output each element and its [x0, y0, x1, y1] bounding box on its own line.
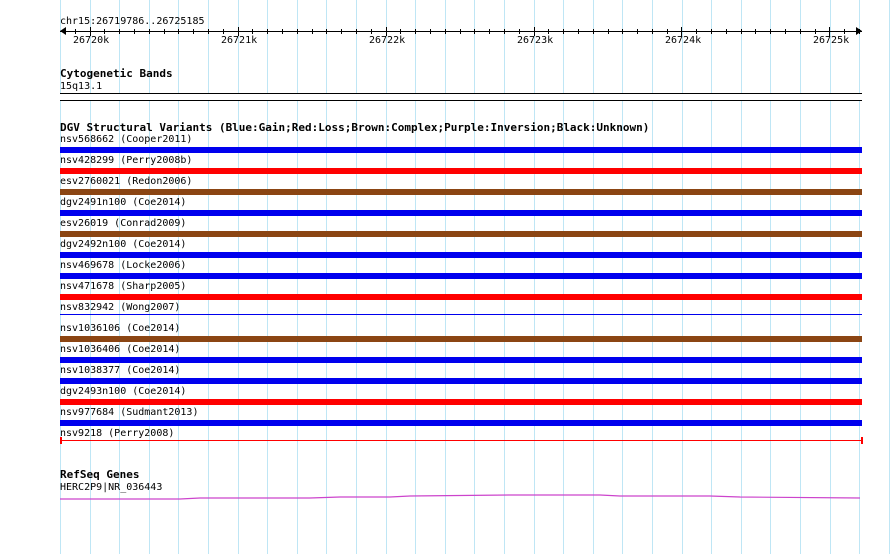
tick-label-26725k: 26725k — [813, 35, 850, 46]
ruler-minor-tick — [637, 29, 638, 34]
ruler-minor-tick — [608, 29, 609, 34]
dgv-track-title: DGV Structural Variants (Blue:Gain;Red:L… — [60, 121, 650, 134]
gene-transcript-line — [60, 494, 861, 500]
ruler-minor-tick — [652, 29, 653, 34]
ruler-minor-tick — [75, 29, 76, 34]
tick-label-26721k: 26721k — [221, 35, 258, 46]
ruler-minor-tick — [445, 29, 446, 34]
ruler-minor-tick — [578, 29, 579, 34]
dgv-variant-label: nsv977684 (Sudmant2013) — [60, 407, 199, 418]
ruler-minor-tick — [149, 29, 150, 34]
ruler-minor-tick — [430, 29, 431, 34]
dgv-variant-bar[interactable] — [60, 294, 862, 300]
ruler-minor-tick — [859, 29, 860, 34]
ruler-minor-tick — [519, 29, 520, 34]
ruler-minor-tick — [785, 29, 786, 34]
refseq-track-title: RefSeq Genes — [60, 468, 140, 481]
dgv-variant-label: esv26019 (Conrad2009) — [60, 218, 187, 229]
ruler-minor-tick — [312, 29, 313, 34]
ruler-minor-tick — [415, 29, 416, 34]
ruler-minor-tick — [193, 29, 194, 34]
ruler-minor-tick — [844, 29, 845, 34]
ruler-minor-tick — [326, 29, 327, 34]
ruler-minor-tick — [252, 29, 253, 34]
ruler-minor-tick — [208, 29, 209, 34]
dgv-variant-label: nsv471678 (Sharp2005) — [60, 281, 187, 292]
dgv-variant-bar[interactable] — [60, 420, 862, 426]
dgv-variant-bar[interactable] — [60, 210, 862, 216]
dgv-variant-bar[interactable] — [60, 273, 862, 279]
ruler-minor-tick — [800, 29, 801, 34]
ruler-left-arrow[interactable] — [60, 27, 66, 35]
ruler-minor-tick — [104, 29, 105, 34]
tick-label-26720k: 26720k — [73, 35, 110, 46]
ruler-minor-tick — [667, 29, 668, 34]
cytoband-track-title: Cytogenetic Bands — [60, 67, 173, 80]
dgv-variant-label: dgv2493n100 (Coe2014) — [60, 386, 187, 397]
dgv-variant-label: nsv1038377 (Coe2014) — [60, 365, 181, 376]
dgv-variant-label: nsv469678 (Locke2006) — [60, 260, 187, 271]
ruler-minor-tick — [267, 29, 268, 34]
ruler-minor-tick — [474, 29, 475, 34]
dgv-variant-bar[interactable] — [60, 378, 862, 384]
ruler-minor-tick — [741, 29, 742, 34]
dgv-variant-bar[interactable] — [60, 440, 862, 441]
dgv-variant-label: nsv1036406 (Coe2014) — [60, 344, 181, 355]
ruler-minor-tick — [770, 29, 771, 34]
dgv-variant-bar[interactable] — [60, 357, 862, 363]
ruler-minor-tick — [489, 29, 490, 34]
ruler-minor-tick — [563, 29, 564, 34]
ruler-minor-tick — [341, 29, 342, 34]
tick-label-26722k: 26722k — [369, 35, 406, 46]
dgv-variant-label: esv2760021 (Redon2006) — [60, 176, 193, 187]
dgv-variant-bar[interactable] — [60, 147, 862, 153]
cytoband-glyph[interactable] — [60, 93, 862, 101]
ruler-minor-tick — [164, 29, 165, 34]
locus-label: chr15:26719786..26725185 — [60, 16, 205, 27]
ruler-minor-tick — [622, 29, 623, 34]
refseq-gene-glyph[interactable] — [60, 490, 863, 502]
dgv-variant-bar[interactable] — [60, 336, 862, 342]
ruler-minor-tick — [815, 29, 816, 34]
dgv-variant-label: dgv2491n100 (Coe2014) — [60, 197, 187, 208]
dgv-variant-label: nsv428299 (Perry2008b) — [60, 155, 193, 166]
ruler-minor-tick — [223, 29, 224, 34]
ruler-minor-tick — [134, 29, 135, 34]
ruler-minor-tick — [119, 29, 120, 34]
ruler-minor-tick — [178, 29, 179, 34]
dgv-variant-label: nsv832942 (Wong2007) — [60, 302, 181, 313]
ruler-minor-tick — [400, 29, 401, 34]
ruler-minor-tick — [504, 29, 505, 34]
ruler-minor-tick — [297, 29, 298, 34]
dgv-variant-bar[interactable] — [60, 399, 862, 405]
dgv-variant-bar[interactable] — [60, 231, 862, 237]
ruler-minor-tick — [460, 29, 461, 34]
ruler-minor-tick — [696, 29, 697, 34]
ruler-minor-tick — [755, 29, 756, 34]
ruler-minor-tick — [282, 29, 283, 34]
ruler-minor-tick — [371, 29, 372, 34]
dgv-variant-bar[interactable] — [60, 168, 862, 174]
dgv-variant-label: nsv1036106 (Coe2014) — [60, 323, 181, 334]
dgv-variant-bar[interactable] — [60, 252, 862, 258]
dgv-variant-label: nsv9218 (Perry2008) — [60, 428, 175, 439]
cytoband-label: 15q13.1 — [60, 81, 103, 92]
ruler-minor-tick — [548, 29, 549, 34]
dgv-variant-bar[interactable] — [60, 189, 862, 195]
dgv-variant-label: dgv2492n100 (Coe2014) — [60, 239, 187, 250]
dgv-variant-label: nsv568662 (Cooper2011) — [60, 134, 193, 145]
ruler-minor-tick — [711, 29, 712, 34]
ruler-minor-tick — [726, 29, 727, 34]
tick-label-26724k: 26724k — [665, 35, 702, 46]
tick-label-26723k: 26723k — [517, 35, 554, 46]
dgv-variant-bar[interactable] — [60, 314, 862, 315]
ruler-minor-tick — [356, 29, 357, 34]
ruler-minor-tick — [593, 29, 594, 34]
